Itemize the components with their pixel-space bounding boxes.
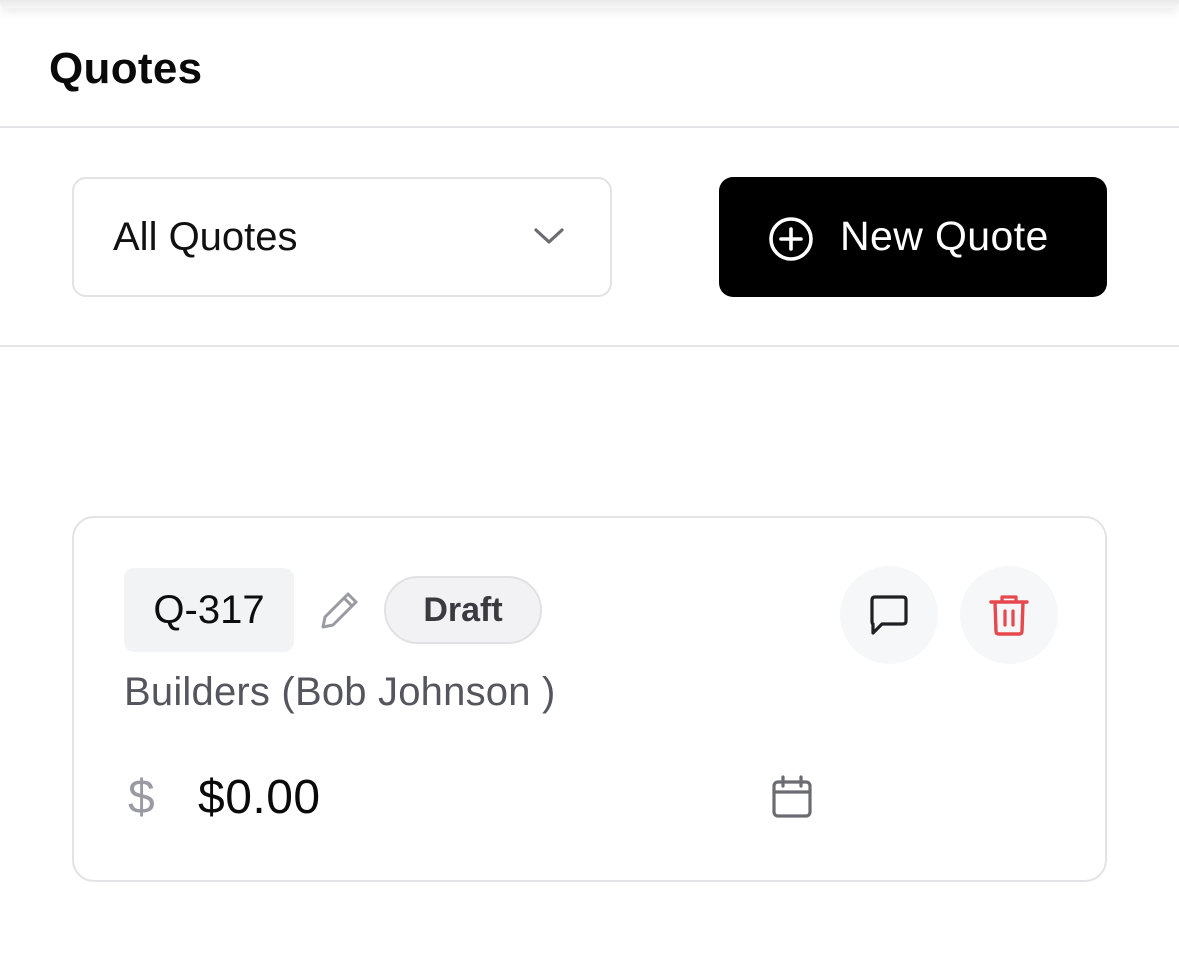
quote-card[interactable]: Q-317 Draft Builders (Bob Johnson ) $ $0… — [72, 516, 1107, 882]
status-badge: Draft — [384, 576, 542, 644]
plus-circle-icon — [769, 217, 813, 261]
toolbar: All Quotes New Quote — [0, 128, 1179, 347]
calendar-icon — [772, 775, 812, 818]
quote-filter-select[interactable]: All Quotes — [72, 177, 612, 297]
page-title: Quotes — [49, 44, 203, 93]
comment-icon — [870, 595, 908, 635]
customer-name: Builders (Bob Johnson ) — [124, 670, 556, 714]
top-bar — [0, 0, 1179, 8]
trash-icon — [989, 595, 1029, 636]
delete-button[interactable] — [960, 566, 1058, 664]
comment-button[interactable] — [840, 566, 938, 664]
page-header: Quotes — [0, 8, 1179, 128]
quote-amount: $0.00 — [198, 771, 321, 824]
chevron-down-icon — [534, 228, 564, 244]
new-quote-button[interactable]: New Quote — [719, 177, 1107, 297]
pencil-icon[interactable] — [318, 588, 362, 632]
new-quote-label: New Quote — [840, 213, 1049, 259]
quote-id: Q-317 — [124, 568, 294, 652]
dollar-icon: $ — [128, 771, 155, 824]
quote-filter-value: All Quotes — [113, 215, 298, 259]
